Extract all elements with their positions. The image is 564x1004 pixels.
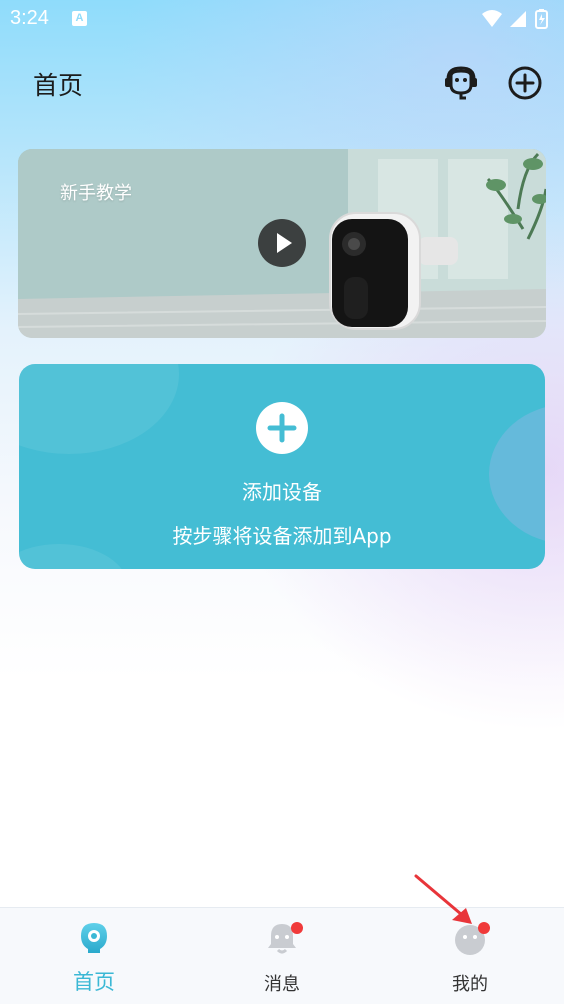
page-title: 首页	[33, 71, 84, 100]
plus-icon	[267, 413, 297, 443]
add-button[interactable]	[506, 64, 544, 102]
tab-messages[interactable]: 消息	[188, 908, 376, 1004]
tutorial-title: 新手教学	[60, 183, 132, 204]
tab-profile-label: 我的	[452, 974, 488, 995]
add-device-plus[interactable]	[256, 402, 308, 454]
play-icon	[277, 233, 292, 253]
tutorial-banner[interactable]: 新手教学	[18, 149, 546, 338]
notification-icon: A	[72, 11, 87, 26]
tab-messages-label: 消息	[264, 974, 300, 995]
status-icons	[480, 8, 552, 30]
headset-support-icon	[445, 66, 477, 100]
tab-home[interactable]: 首页	[0, 908, 188, 1004]
status-bar: 3:24 A	[0, 0, 564, 40]
tab-home-label: 首页	[73, 970, 115, 994]
play-button[interactable]	[258, 219, 306, 267]
signal-icon	[510, 11, 526, 27]
app-screen: 3:24 A 首页 新手教学 添加设备 按步骤将设备添加到App 首页 消息 我…	[0, 0, 564, 1004]
add-device-card[interactable]: 添加设备 按步骤将设备添加到App	[19, 364, 545, 569]
home-camera-icon	[81, 923, 107, 953]
battery-icon	[535, 9, 548, 29]
add-circle-icon	[508, 66, 542, 100]
messages-badge	[291, 922, 303, 934]
card-decoration	[19, 364, 179, 454]
add-device-subtitle: 按步骤将设备添加到App	[172, 524, 392, 548]
annotation-arrow-icon	[414, 874, 472, 924]
add-device-title: 添加设备	[242, 480, 322, 504]
customer-support-button[interactable]	[442, 64, 480, 102]
wifi-icon	[482, 10, 502, 27]
status-time: 3:24	[10, 7, 49, 29]
